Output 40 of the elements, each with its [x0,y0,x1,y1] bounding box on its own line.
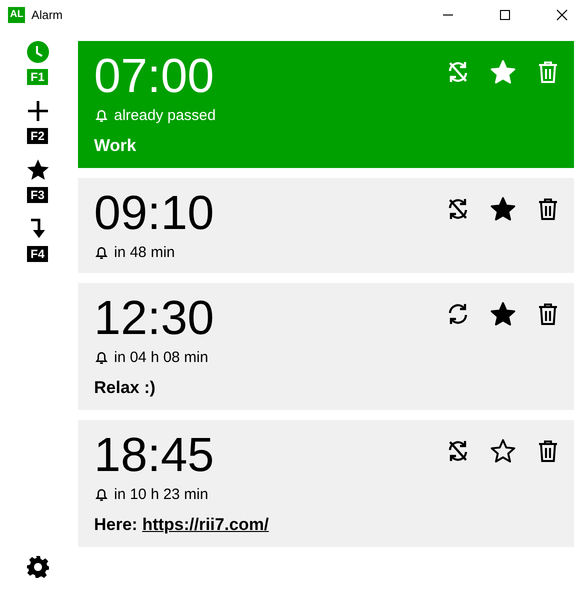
trash-icon[interactable] [536,197,560,221]
trash-icon[interactable] [536,439,560,463]
alarm-status: already passed [114,107,216,124]
settings-icon[interactable] [26,555,50,579]
bell-icon [94,245,109,260]
window-title: Alarm [31,8,63,22]
add-icon[interactable] [26,99,50,123]
close-icon[interactable] [556,9,568,21]
star-icon[interactable] [490,301,516,327]
alarm-note: Work [94,136,136,155]
alarm-time: 18:45 [94,428,214,484]
bell-icon [94,108,109,123]
star-icon[interactable] [490,196,516,222]
alarm-card[interactable]: 12:30 in 04 h 08 min Relax :) [78,283,574,410]
alarm-time: 07:00 [94,49,214,105]
alarm-card[interactable]: 18:45 in 10 h 23 min Here: https://rii7.com/ [78,420,574,547]
alarm-note: Relax :) [94,378,156,397]
alarm-note: Here: [94,515,138,534]
star-icon[interactable] [490,438,516,464]
bell-icon [94,350,109,365]
trash-icon[interactable] [536,302,560,326]
alarm-status: in 48 min [114,244,175,261]
alarm-time: 12:30 [94,291,214,347]
alarm-status: in 04 h 08 min [114,349,208,366]
repeat-icon[interactable] [446,439,470,463]
repeat-icon[interactable] [446,197,470,221]
clock-icon[interactable] [26,40,50,64]
shortcut-key: F1 [27,69,48,85]
app-logo: AL [8,7,26,23]
shortcut-key: F4 [27,246,48,262]
maximize-icon[interactable] [499,9,511,21]
alarm-card[interactable]: 09:10 in 48 min [78,178,574,273]
repeat-icon[interactable] [446,302,470,326]
link[interactable]: https://rii7.com/ [142,515,269,534]
bell-icon [94,487,109,502]
alarm-status: in 10 h 23 min [114,486,208,503]
shortcut-key: F3 [27,187,48,203]
alarm-time: 09:10 [94,186,214,242]
star-icon[interactable] [26,158,50,182]
shortcut-key: F2 [27,128,48,144]
